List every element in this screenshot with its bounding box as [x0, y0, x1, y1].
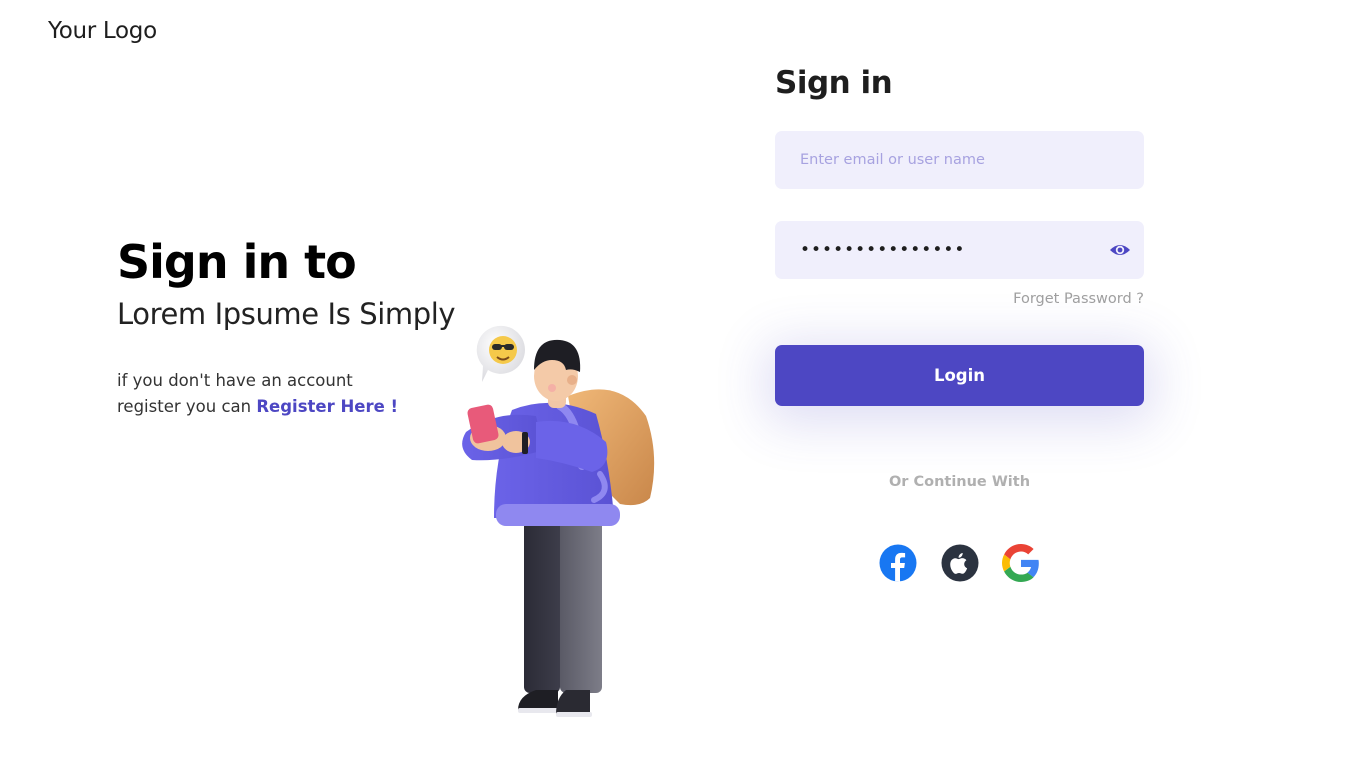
password-field: [775, 221, 1144, 279]
emoji-bubble: [476, 325, 525, 382]
signin-form: Sign in: [775, 62, 1144, 104]
character-illustration: [462, 325, 655, 717]
email-field: [775, 131, 1144, 189]
logo: Your Logo: [48, 18, 157, 44]
apple-icon[interactable]: [941, 544, 979, 582]
facebook-icon[interactable]: [879, 544, 917, 582]
login-button[interactable]: Login: [775, 345, 1144, 406]
or-continue-with: Or Continue With: [888, 474, 1031, 490]
eye-icon[interactable]: [1109, 241, 1131, 259]
hero-title: Sign in to: [117, 235, 357, 289]
forget-password-link[interactable]: Forget Password ?: [775, 291, 1144, 307]
password-input[interactable]: [775, 221, 1144, 279]
hero-subtitle: Lorem Ipsume Is Simply: [117, 297, 456, 331]
email-input[interactable]: [775, 131, 1144, 189]
hero: Sign in to Lorem Ipsume Is Simply: [117, 234, 456, 332]
register-text: if you don't have an account register yo…: [117, 368, 417, 420]
google-icon[interactable]: [1002, 544, 1040, 582]
register-link[interactable]: Register Here !: [256, 397, 398, 416]
form-title: Sign in: [775, 65, 893, 101]
